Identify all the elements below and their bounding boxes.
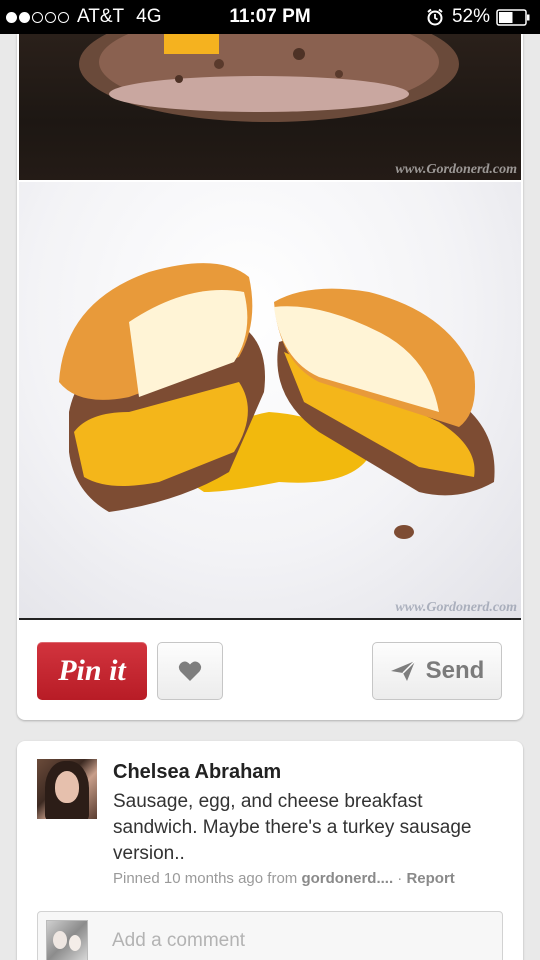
user-name-link[interactable]: Chelsea Abraham (113, 761, 281, 784)
avatar-person (53, 931, 67, 949)
status-bar: AT&T 4G 11:07 PM 52% (0, 0, 540, 34)
signal-strength-icon (6, 11, 71, 23)
meta-separator: · (393, 870, 407, 887)
signal-dot (19, 11, 30, 23)
signal-dot (6, 11, 17, 23)
battery-icon (496, 8, 530, 26)
pin-card: www.Gordonerd.com www.Gordonerd.com Pin … (17, 34, 523, 720)
pin-actions: Pin it Send (17, 622, 523, 720)
heart-icon (178, 661, 202, 681)
comment-input[interactable] (112, 926, 482, 956)
pin-description: Sausage, egg, and cheese breakfast sandw… (113, 791, 472, 864)
report-link[interactable]: Report (406, 870, 454, 887)
sandwich-photo (59, 263, 495, 539)
signal-dot (58, 11, 69, 23)
avatar-person (69, 935, 81, 951)
pin-image-top[interactable]: www.Gordonerd.com (19, 34, 521, 180)
watermark: www.Gordonerd.com (395, 162, 517, 177)
carrier-label: AT&T (77, 6, 125, 27)
pin-meta: Pinned 10 months ago from gordonerd.... … (113, 870, 513, 887)
burger-patty-photo (79, 34, 459, 122)
signal-dot (32, 11, 43, 23)
send-button-label: Send (425, 657, 485, 684)
battery-percent: 52% (451, 6, 490, 27)
user-avatar[interactable] (37, 759, 97, 819)
pinned-text: Pinned 10 months ago from (113, 870, 302, 887)
pin-it-button[interactable]: Pin it (37, 642, 147, 700)
like-button[interactable] (157, 642, 223, 700)
alarm-clock-icon (427, 8, 443, 26)
watermark: www.Gordonerd.com (395, 600, 517, 615)
comment-box (37, 911, 503, 960)
send-button[interactable]: Send (372, 642, 502, 700)
source-link[interactable]: gordonerd.... (301, 870, 393, 887)
paper-plane-icon (390, 660, 416, 681)
commenter-avatar (46, 920, 88, 960)
network-type-label: 4G (136, 6, 162, 27)
pin-image[interactable]: www.Gordonerd.com (19, 182, 521, 620)
signal-dot (45, 11, 56, 23)
avatar-face (55, 771, 79, 803)
pin-info-card: Chelsea Abraham Sausage, egg, and cheese… (17, 741, 523, 960)
